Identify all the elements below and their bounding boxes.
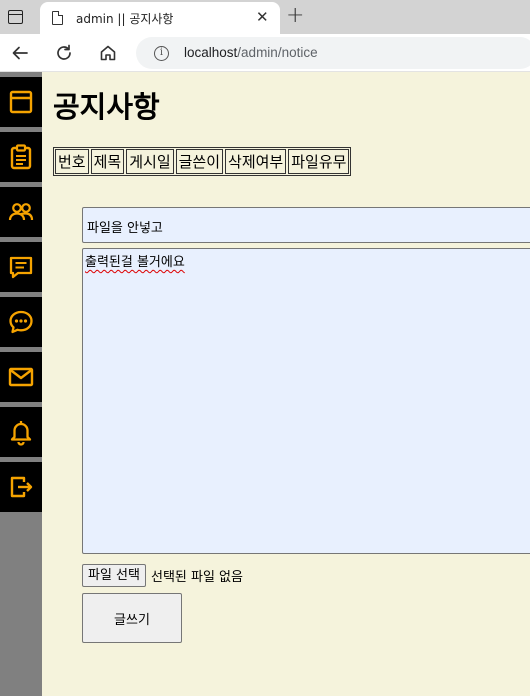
message-square-icon (9, 256, 33, 279)
bell-icon (10, 421, 32, 446)
table-header-cell: 글쓴이 (175, 149, 224, 174)
chat-bubble-icon (9, 310, 33, 334)
info-icon[interactable]: i (154, 46, 169, 61)
table-header-cell: 게시일 (126, 149, 174, 174)
close-tab-icon[interactable]: ✕ (256, 8, 269, 26)
address-bar[interactable]: i localhost/admin/notice (136, 37, 530, 69)
sidebar-item-notice[interactable] (0, 132, 42, 182)
home-icon (100, 45, 116, 61)
sidebar (0, 72, 42, 696)
choose-file-button[interactable]: 파일 선택 (82, 564, 146, 587)
sidebar-item-chat[interactable] (0, 297, 42, 347)
sidebar-item-users[interactable] (0, 187, 42, 237)
users-icon (8, 203, 34, 221)
browser-tab-bar: admin || 공지사항 ✕ + (0, 0, 530, 34)
tab-actions-icon[interactable] (8, 10, 23, 24)
table-header-cell: 번호 (55, 149, 89, 174)
refresh-icon (57, 44, 71, 60)
window-icon (9, 90, 33, 114)
sidebar-item-logout[interactable] (0, 462, 42, 512)
clipboard-icon (10, 144, 32, 170)
file-status-text: 선택된 파일 없음 (150, 570, 243, 585)
arrow-left-icon (12, 46, 28, 60)
sidebar-item-mail[interactable] (0, 352, 42, 402)
table-header-cell: 삭제여부 (225, 149, 287, 174)
url-path: /admin/notice (237, 45, 318, 60)
sidebar-item-alarm[interactable] (0, 407, 42, 457)
sidebar-item-board[interactable] (0, 242, 42, 292)
table-header-cell: 파일유무 (288, 149, 350, 174)
tab-title: admin || 공지사항 (76, 12, 174, 26)
new-tab-button[interactable]: + (286, 4, 304, 28)
content-textarea[interactable]: 출력된걸 볼거에요 (82, 248, 530, 554)
table-header-cell: 제목 (90, 149, 125, 174)
back-button[interactable] (7, 40, 33, 66)
url-host: localhost (184, 45, 238, 60)
browser-toolbar: i localhost/admin/notice (0, 34, 530, 72)
content-text: 출력된걸 볼거에요 (85, 255, 185, 270)
write-post-button[interactable]: 글쓰기 (82, 593, 182, 643)
page-icon (52, 11, 63, 25)
home-button[interactable] (95, 40, 121, 66)
sidebar-item-dashboard[interactable] (0, 77, 42, 127)
page-title: 공지사항 (53, 90, 160, 124)
main-content: 공지사항 번호 제목 게시일 글쓴이 삭제여부 파일유무 파일을 안넣고 출력된걸 볼거에… (42, 72, 530, 696)
file-upload: 파일 선택 선택된 파일 없음 (82, 564, 243, 587)
url-text[interactable]: localhost/admin/notice (184, 45, 318, 60)
reload-button[interactable] (51, 40, 77, 66)
logout-icon (10, 476, 33, 498)
browser-tab[interactable]: admin || 공지사항 ✕ (40, 2, 280, 34)
notice-table-header: 번호 제목 게시일 글쓴이 삭제여부 파일유무 (53, 147, 352, 176)
title-input[interactable]: 파일을 안넣고 (82, 207, 530, 243)
mail-icon (8, 367, 34, 387)
